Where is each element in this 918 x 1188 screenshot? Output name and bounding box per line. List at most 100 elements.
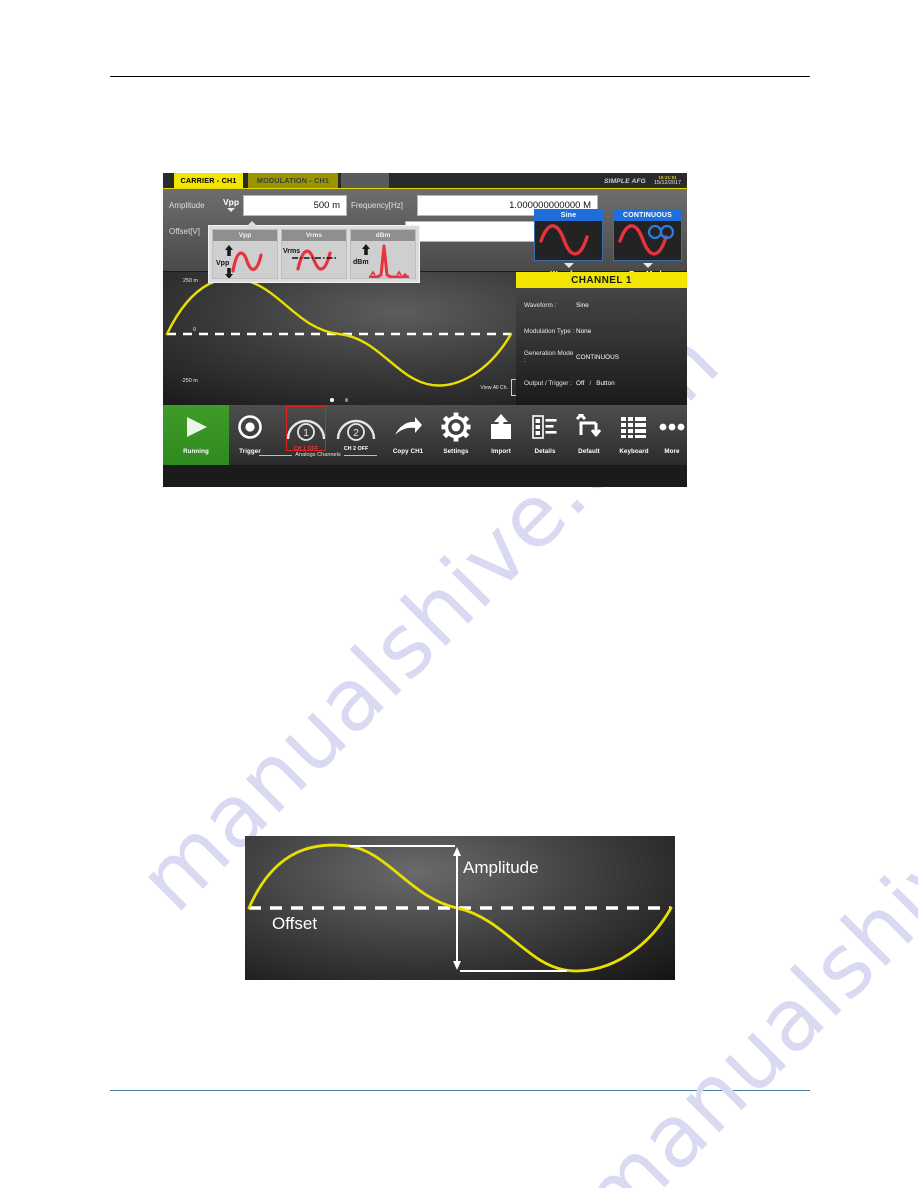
info-value-trigger: Button bbox=[596, 379, 615, 387]
trigger-icon bbox=[236, 405, 264, 449]
info-value-generation-mode: CONTINUOUS bbox=[576, 353, 619, 361]
amplitude-unit-value: Vpp bbox=[222, 197, 240, 208]
unit-option-dbm-overlay: dBm bbox=[353, 259, 369, 266]
chevron-down-icon bbox=[563, 263, 574, 268]
afg-device-screen: CARRIER - CH1 MODULATION - CH1 SIMPLE AF… bbox=[163, 173, 687, 487]
toolbar-import-button[interactable]: Import bbox=[479, 405, 523, 465]
keyboard-icon bbox=[619, 405, 649, 449]
parameter-panel: Amplitude Vpp 500 m Frequency[Hz] 1.0000… bbox=[163, 189, 687, 283]
chevron-down-icon bbox=[227, 207, 235, 212]
amplitude-label: Amplitude bbox=[169, 200, 205, 210]
status-brand-clock: SIMPLE AFG 15:21:51 15/12/2017 bbox=[604, 174, 681, 188]
unit-option-dbm-header: dBm bbox=[351, 230, 415, 241]
reset-loop-icon bbox=[574, 405, 604, 449]
unit-option-vrms-graphic: Vrms bbox=[282, 241, 346, 278]
unit-option-vpp-header: Vpp bbox=[213, 230, 277, 241]
info-row-output-trigger: Output / Trigger : Off / Button bbox=[524, 376, 684, 390]
svg-text:2: 2 bbox=[353, 428, 359, 439]
toolbar-default-button[interactable]: Default bbox=[567, 405, 611, 465]
graph-plot bbox=[165, 277, 513, 387]
clock-date: 15/12/2017 bbox=[654, 179, 681, 186]
group-rule-left bbox=[259, 454, 293, 456]
group-rule-right bbox=[343, 454, 377, 456]
gear-icon bbox=[441, 405, 471, 449]
toolbar-settings-button[interactable]: Settings bbox=[433, 405, 479, 465]
runmode-value: CONTINUOUS bbox=[613, 209, 682, 221]
amplitude-unit-dropdown[interactable]: Vpp Vpp Vrms Vrms dBm dBm bbox=[208, 221, 420, 283]
unit-option-vrms[interactable]: Vrms Vrms bbox=[281, 229, 347, 279]
toolbar-run-label: Running bbox=[183, 448, 209, 455]
amplitude-unit-selector[interactable]: Vpp bbox=[219, 195, 243, 215]
unit-option-vpp-graphic: Vpp bbox=[213, 241, 277, 278]
toolbar-more-label: More bbox=[664, 448, 680, 455]
toolbar-default-label: Default bbox=[578, 448, 600, 455]
info-row-modulation-type: Modulation Type : None bbox=[524, 324, 684, 338]
graph-y-min-label: -250 m bbox=[181, 378, 198, 384]
import-icon bbox=[488, 405, 514, 449]
amplitude-input[interactable]: 500 m bbox=[243, 194, 347, 216]
tab-empty-slot bbox=[341, 173, 389, 188]
analog-channels-text: Analogs Channels bbox=[295, 452, 341, 458]
info-key-output-trigger: Output / Trigger : bbox=[524, 379, 572, 387]
channel-info-panel: CHANNEL 1 Waveform : Sine Modulation Typ… bbox=[516, 272, 687, 405]
graph-y-zero-label: 0 bbox=[193, 327, 196, 333]
toolbar-keyboard-button[interactable]: Keyboard bbox=[611, 405, 657, 465]
info-key-generation-mode: Generation Mode : bbox=[524, 350, 574, 364]
info-key-modulation-type: Modulation Type : bbox=[524, 327, 575, 335]
play-icon bbox=[181, 405, 211, 449]
more-dots-icon bbox=[659, 405, 685, 449]
waveform-preview bbox=[534, 221, 603, 261]
toolbar-keyboard-label: Keyboard bbox=[619, 448, 649, 455]
graph-dot-2[interactable] bbox=[344, 398, 349, 402]
brand-label: SIMPLE AFG bbox=[603, 177, 647, 185]
offset-label: Offset bbox=[272, 914, 318, 933]
toolbar-details-button[interactable]: Details bbox=[523, 405, 567, 465]
graph-page-dots[interactable] bbox=[163, 398, 515, 402]
info-value-waveform: Sine bbox=[576, 301, 589, 309]
dropdown-tail bbox=[247, 221, 257, 226]
channel2-icon: 2 bbox=[335, 405, 377, 449]
toolbar-settings-label: Settings bbox=[443, 448, 469, 455]
tab-modulation-ch1[interactable]: MODULATION - CH1 bbox=[248, 173, 338, 188]
page-footer-rule bbox=[110, 1090, 810, 1091]
info-row-generation-mode: Generation Mode : CONTINUOUS bbox=[524, 350, 684, 364]
info-value-output: Off bbox=[576, 379, 585, 387]
toolbar-details-label: Details bbox=[534, 448, 556, 455]
channel-info-title: CHANNEL 1 bbox=[516, 272, 687, 288]
toolbar-copy-ch1-button[interactable]: Copy CH1 bbox=[383, 405, 433, 465]
frequency-label: Frequency[Hz] bbox=[351, 200, 404, 210]
channel1-selection-highlight bbox=[286, 406, 326, 451]
amplitude-label: Amplitude bbox=[463, 858, 539, 877]
bottom-toolbar: Running Trigger 1 CH 1 OFF 2 CH 2 OFF An… bbox=[163, 405, 687, 465]
clock: 15:21:51 15/12/2017 bbox=[654, 175, 681, 187]
toolbar-trigger-label: Trigger bbox=[239, 448, 261, 455]
info-value-modulation-type: None bbox=[576, 327, 592, 335]
tab-bar: CARRIER - CH1 MODULATION - CH1 SIMPLE AF… bbox=[163, 173, 687, 188]
toolbar-copy-ch1-label: Copy CH1 bbox=[392, 448, 424, 455]
unit-option-dbm[interactable]: dBm dBm bbox=[350, 229, 416, 279]
info-separator: / bbox=[589, 379, 592, 387]
toolbar-more-button[interactable]: More bbox=[657, 405, 687, 465]
graph-y-max-label: 250 m bbox=[183, 278, 198, 284]
analog-channels-group-label: Analogs Channels bbox=[259, 452, 377, 458]
details-list-icon bbox=[531, 405, 559, 449]
copy-arrow-icon bbox=[392, 405, 424, 449]
graph-dot-1[interactable] bbox=[329, 398, 334, 402]
unit-option-vrms-header: Vrms bbox=[282, 230, 346, 241]
tab-carrier-ch1[interactable]: CARRIER - CH1 bbox=[174, 173, 243, 188]
view-all-channels-label: View All Ch. bbox=[480, 384, 508, 391]
waveform-value: Sine bbox=[534, 209, 603, 221]
toolbar-import-label: Import bbox=[491, 448, 511, 455]
unit-option-vpp[interactable]: Vpp Vpp bbox=[212, 229, 278, 279]
infinity-icon bbox=[647, 224, 675, 240]
amplitude-offset-diagram: Amplitude Offset bbox=[245, 836, 675, 980]
sine-trace bbox=[165, 277, 513, 387]
info-row-waveform: Waveform : Sine bbox=[524, 298, 684, 312]
unit-option-vpp-overlay: Vpp bbox=[216, 260, 230, 267]
toolbar-run-button[interactable]: Running bbox=[163, 405, 229, 465]
page-header-rule bbox=[110, 76, 810, 77]
runmode-preview bbox=[613, 221, 682, 261]
chevron-down-icon bbox=[642, 263, 653, 268]
unit-option-dbm-graphic: dBm bbox=[351, 241, 415, 278]
info-key-waveform: Waveform : bbox=[524, 301, 557, 309]
